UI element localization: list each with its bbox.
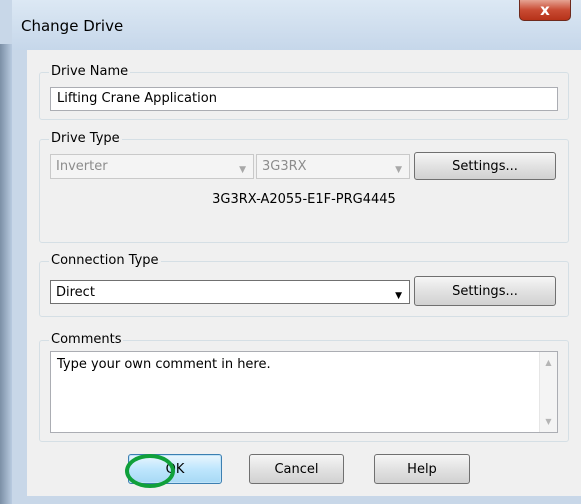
comments-textarea[interactable]: Type your own comment in here. ▲ ▼ [50, 351, 558, 433]
scroll-down-icon[interactable]: ▼ [540, 413, 557, 430]
change-drive-dialog: Change Drive x Drive Name Lifting Crane … [0, 0, 581, 504]
close-button[interactable]: x [519, 0, 571, 21]
comments-label: Comments [49, 332, 124, 348]
scroll-up-icon[interactable]: ▲ [540, 354, 557, 371]
connection-type-select[interactable]: Direct ▼ [50, 280, 410, 304]
window-title: Change Drive [21, 17, 124, 35]
connection-type-group: Connection Type Direct ▼ Settings... [39, 253, 569, 317]
drive-model-value: 3G3RX [262, 159, 307, 174]
drive-name-input[interactable]: Lifting Crane Application [50, 87, 558, 111]
window-frame-left [0, 44, 12, 504]
comments-group: Comments Type your own comment in here. … [39, 332, 569, 442]
drive-name-group: Drive Name Lifting Crane Application [39, 64, 569, 120]
chevron-down-icon: ▼ [239, 165, 246, 175]
comments-text: Type your own comment in here. [57, 357, 271, 372]
comments-scrollbar[interactable]: ▲ ▼ [539, 352, 557, 432]
connection-settings-button[interactable]: Settings... [414, 276, 556, 306]
ok-button[interactable]: OK [128, 454, 222, 484]
chevron-down-icon: ▼ [395, 165, 402, 175]
drive-type-settings-button[interactable]: Settings... [414, 152, 556, 180]
help-button[interactable]: Help [374, 454, 470, 484]
drive-name-label: Drive Name [49, 64, 131, 80]
drive-type-group: Drive Type Inverter ▼ 3G3RX ▼ Settings..… [39, 131, 569, 243]
drive-model-code: 3G3RX-A2055-E1F-PRG4445 [212, 192, 396, 207]
connection-type-label: Connection Type [49, 253, 161, 269]
close-icon: x [540, 1, 550, 19]
cancel-button[interactable]: Cancel [249, 454, 344, 484]
drive-type-select: Inverter ▼ [50, 154, 254, 179]
chevron-down-icon: ▼ [395, 291, 402, 301]
drive-type-value: Inverter [56, 159, 108, 174]
drive-type-label: Drive Type [49, 131, 122, 147]
dialog-client-area: Drive Name Lifting Crane Application Dri… [27, 50, 581, 496]
connection-type-value: Direct [56, 285, 95, 300]
title-bar[interactable]: Change Drive x [12, 0, 581, 50]
drive-model-select: 3G3RX ▼ [256, 154, 410, 179]
